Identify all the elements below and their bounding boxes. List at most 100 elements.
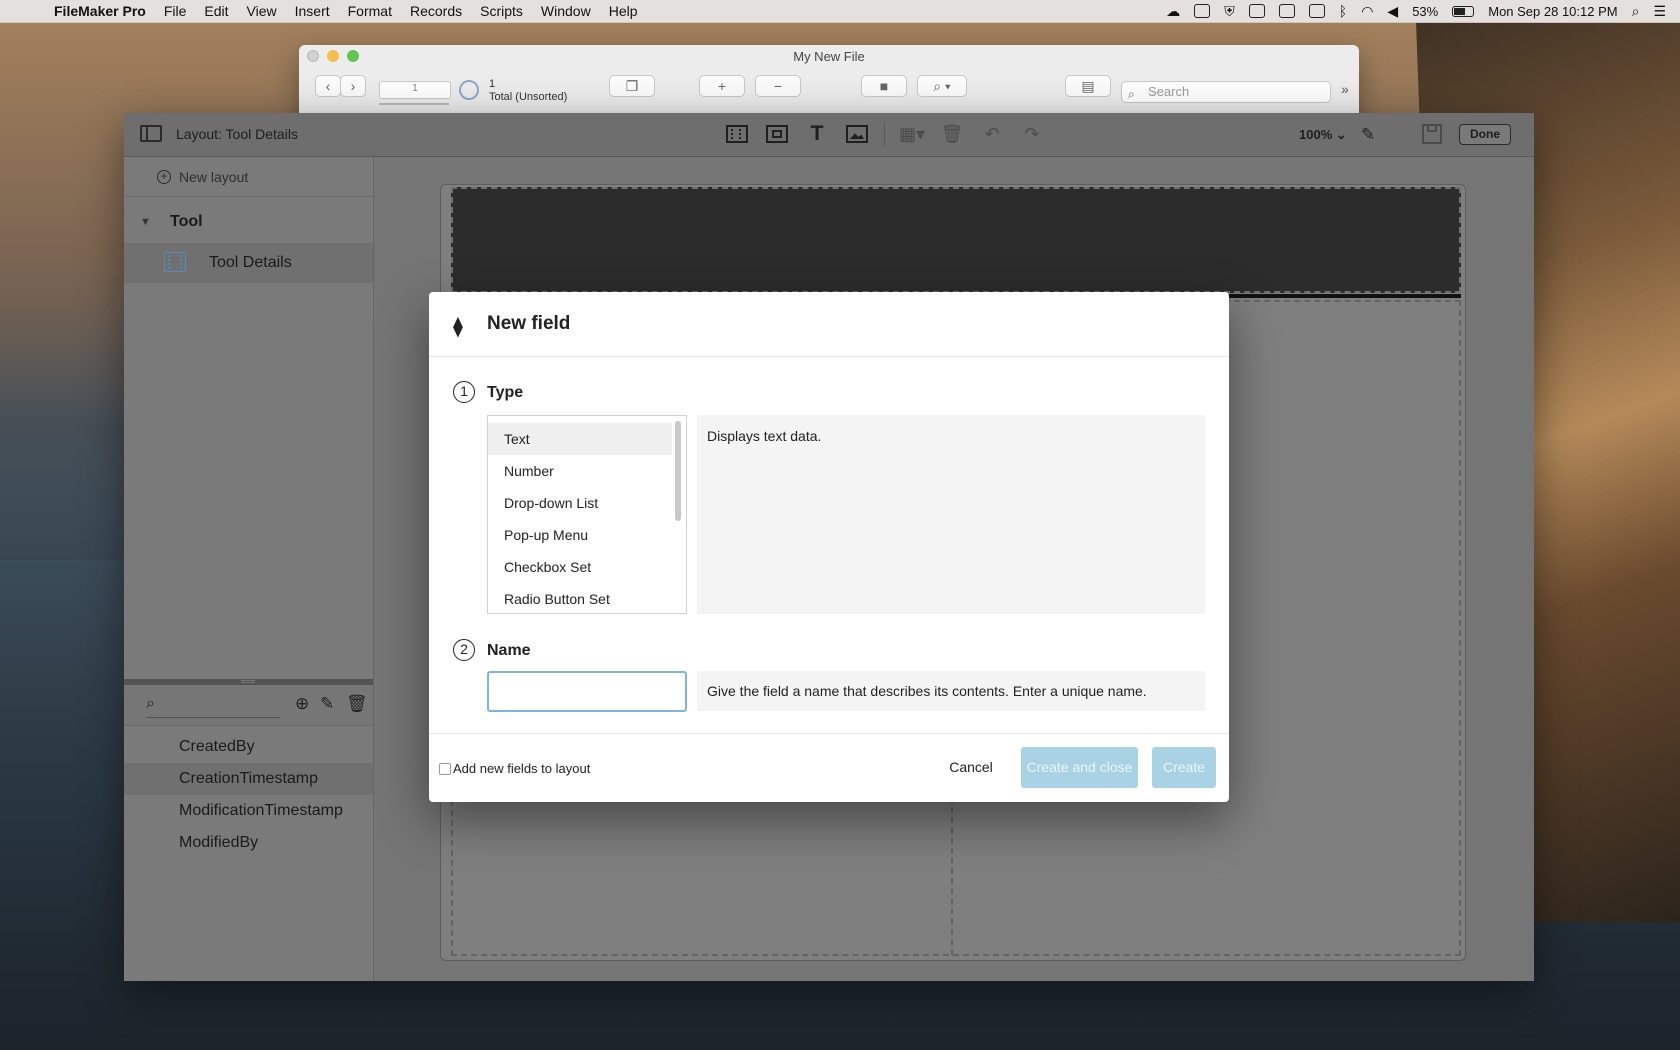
display-icon[interactable] (1308, 4, 1325, 18)
minimize-window-button[interactable] (327, 50, 339, 62)
layout-item-tool-details[interactable]: Tool Details (124, 243, 373, 283)
done-button[interactable]: Done (1459, 124, 1511, 145)
text-tool-button[interactable]: T (804, 121, 830, 147)
clock[interactable]: Mon Sep 28 10:12 PM (1488, 4, 1617, 19)
type-option-checkbox-set[interactable]: Checkbox Set (488, 551, 672, 583)
menu-window[interactable]: Window (541, 3, 591, 19)
add-field-icon[interactable]: ⊕ (295, 694, 309, 714)
layout-group-tool[interactable]: ▼ Tool (124, 207, 373, 237)
type-option-radio-button-set[interactable]: Radio Button Set (488, 583, 672, 613)
type-option-popup-menu[interactable]: Pop-up Menu (488, 519, 672, 551)
type-option-dropdown-list[interactable]: Drop-down List (488, 487, 672, 519)
layout-icon: ▤ (1081, 77, 1095, 94)
zoom-level: 100% (1299, 127, 1333, 142)
documents-icon: ❐ (625, 77, 639, 94)
object-style-button[interactable]: ▦▾ (899, 121, 925, 147)
field-name-input[interactable] (487, 671, 687, 712)
volume-icon[interactable]: ◀ (1387, 4, 1398, 18)
new-layout-label: New layout (179, 169, 249, 185)
airplay-icon[interactable] (1278, 4, 1295, 18)
fields-toolbar: ⌕ ⊕ ✎ 🗑 (124, 685, 373, 726)
new-layout-button[interactable]: + New layout (124, 157, 373, 197)
layout-toolbar: Layout: Tool Details T ▦▾ 🗑 ↶ ↷ 100% ⌄ ✎… (124, 113, 1534, 157)
screen-icon[interactable] (1194, 4, 1211, 18)
field-item-createdby[interactable]: CreatedBy (124, 731, 373, 763)
field-item-modificationtimestamp[interactable]: ModificationTimestamp (124, 795, 373, 827)
calendar-icon[interactable] (1248, 4, 1265, 18)
add-to-layout-checkbox[interactable] (439, 763, 451, 775)
search-icon: ⌕ ▾ (933, 77, 951, 94)
delete-record-button[interactable]: − (755, 75, 801, 97)
layout-button[interactable]: ▤ (1065, 75, 1111, 97)
file-window-title: My New File (793, 48, 865, 64)
menu-format[interactable]: Format (348, 3, 392, 19)
menu-view[interactable]: View (247, 3, 277, 19)
record-count: 1 Total (Unsorted) (489, 78, 567, 104)
type-heading: Type (487, 384, 524, 401)
toolbar-overflow-icon[interactable]: » (1341, 81, 1349, 97)
zoom-menu[interactable]: 100% ⌄ (1299, 113, 1347, 156)
layout-title: Layout: Tool Details (176, 126, 298, 142)
menu-file[interactable]: File (164, 3, 187, 19)
undo-button[interactable]: ↶ (979, 121, 1005, 147)
show-all-button[interactable]: ❐ (609, 75, 655, 97)
delete-field-icon[interactable]: 🗑 (346, 694, 368, 714)
cancel-button[interactable]: Cancel (939, 747, 1003, 788)
record-slider[interactable] (379, 103, 449, 105)
record-number-input[interactable]: 1 (379, 81, 451, 99)
menu-bar: FileMaker Pro File Edit View Insert Form… (0, 0, 1680, 23)
previous-record-button[interactable]: ‹ (315, 75, 341, 97)
app-menu[interactable]: FileMaker Pro (54, 3, 146, 19)
type-option-number[interactable]: Number (488, 455, 672, 487)
zoom-window-button[interactable] (347, 50, 359, 62)
search-icon: ⌕ (146, 695, 155, 712)
layout-group-name: Tool (170, 213, 203, 230)
dialog-header: ⧫ New field (429, 292, 1229, 357)
find-button[interactable]: ⌕ ▾ (917, 75, 967, 97)
toolbar-divider (884, 122, 885, 146)
name-hint: Give the field a name that describes its… (697, 671, 1205, 711)
delete-object-button[interactable]: 🗑 (939, 121, 965, 147)
stop-icon: ■ (879, 78, 889, 94)
sidebar-toggle-icon[interactable] (140, 125, 162, 142)
field-item-modifiedby[interactable]: ModifiedBy (124, 827, 373, 859)
field-tool-button[interactable] (724, 121, 750, 147)
format-painter-icon[interactable]: ✎ (1361, 125, 1375, 145)
next-record-button[interactable]: › (340, 75, 366, 97)
close-window-button[interactable] (307, 50, 319, 62)
image-tool-button[interactable] (844, 121, 870, 147)
create-and-close-button[interactable]: Create and close (1021, 747, 1138, 788)
save-icon[interactable] (1422, 124, 1442, 144)
layout-item-label: Tool Details (209, 254, 292, 271)
wifi-icon[interactable]: ◠ (1361, 4, 1373, 18)
add-to-layout-label[interactable]: Add new fields to layout (453, 734, 590, 803)
field-search-input[interactable]: ⌕ (146, 695, 280, 718)
portal-tool-button[interactable] (764, 121, 790, 147)
shield-icon[interactable]: ⛨ (1224, 4, 1235, 18)
menu-edit[interactable]: Edit (204, 3, 228, 19)
menu-help[interactable]: Help (609, 3, 638, 19)
battery-icon[interactable] (1452, 5, 1475, 17)
menu-scripts[interactable]: Scripts (480, 3, 523, 19)
edit-field-icon[interactable]: ✎ (320, 694, 334, 714)
new-record-button[interactable]: + (699, 75, 745, 97)
quick-find-input[interactable]: ⌕ Search (1121, 81, 1331, 103)
type-option-text[interactable]: Text (488, 423, 672, 455)
menu-insert[interactable]: Insert (295, 3, 330, 19)
type-list-scrollbar[interactable] (675, 421, 681, 521)
header-part[interactable] (451, 187, 1461, 293)
field-item-creationtimestamp[interactable]: CreationTimestamp (124, 763, 373, 795)
spotlight-icon[interactable]: ⌕ (1632, 4, 1640, 18)
redo-button[interactable]: ↷ (1019, 121, 1045, 147)
bluetooth-icon[interactable]: ᛒ (1339, 4, 1347, 18)
create-button[interactable]: Create (1152, 747, 1216, 788)
notification-center-icon[interactable]: ☰ (1653, 4, 1666, 18)
chevron-down-icon: ▼ (140, 216, 151, 228)
field-type-list[interactable]: Text Number Drop-down List Pop-up Menu C… (487, 415, 687, 614)
step-one-badge: 1 (453, 381, 475, 403)
cloud-icon[interactable]: ☁ (1166, 4, 1180, 18)
layouts-sidebar: + New layout ▼ Tool Tool Details ⌕ ⊕ ✎ 🗑… (124, 157, 374, 981)
find-mode-button[interactable]: ■ (861, 75, 907, 97)
image-icon (846, 125, 868, 143)
menu-records[interactable]: Records (410, 3, 462, 19)
